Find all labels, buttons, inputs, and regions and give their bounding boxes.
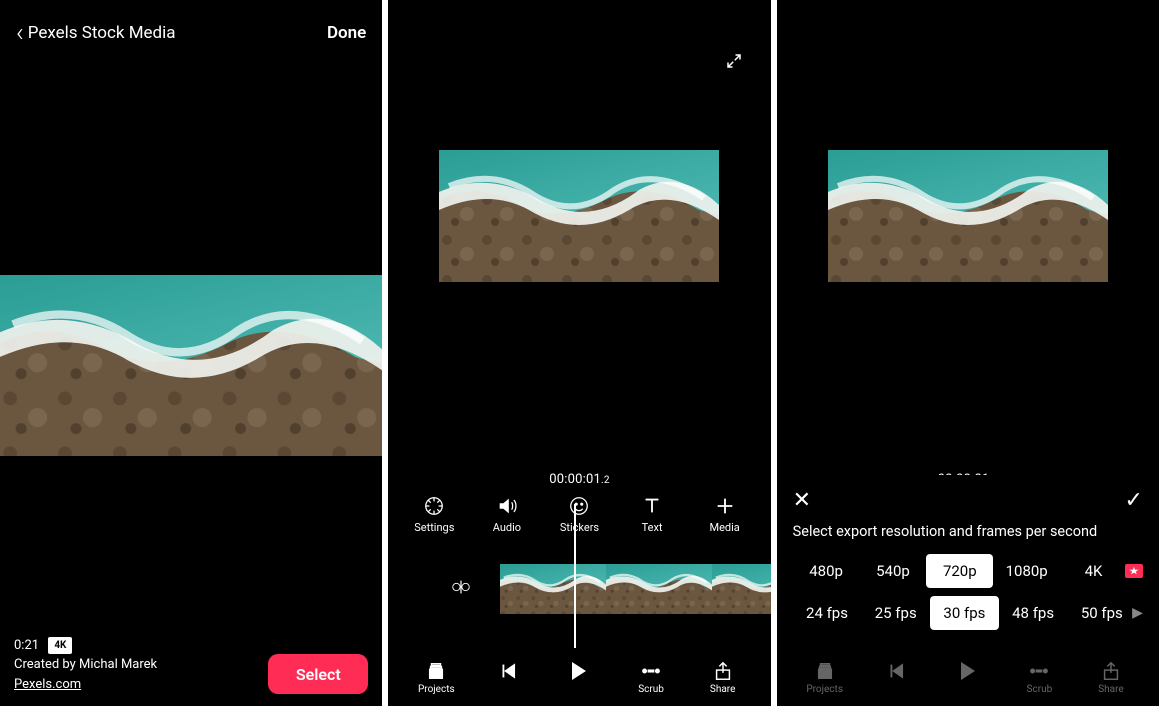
fps-row: 24 fps 25 fps 30 fps 48 fps 50 fps ▶ <box>793 592 1143 634</box>
editor-toolbar: Settings Audio Stickers Text Media <box>388 487 770 538</box>
scrub-icon <box>1028 660 1050 682</box>
scrub-button[interactable]: Scrub <box>621 660 681 695</box>
projects-button[interactable]: Projects <box>795 660 855 695</box>
bottom-bar: Projects Scrub Share <box>777 648 1159 706</box>
media-preview[interactable] <box>0 275 382 456</box>
duration-label: 0:21 <box>14 638 39 653</box>
done-button[interactable]: Done <box>327 23 366 43</box>
fps-24[interactable]: 24 fps <box>793 596 862 630</box>
res-480p[interactable]: 480p <box>793 554 860 588</box>
prev-icon <box>885 660 907 682</box>
video-preview[interactable] <box>388 150 770 282</box>
fps-48[interactable]: 48 fps <box>999 596 1068 630</box>
export-screen: 00:00:01.2 ✕ ✓ Select export resolution … <box>777 0 1159 706</box>
media-meta: 0:21 4K Created by Michal Marek Pexels.c… <box>14 636 157 695</box>
expand-icon[interactable] <box>725 52 743 75</box>
res-540p[interactable]: 540p <box>860 554 927 588</box>
source-link[interactable]: Pexels.com <box>14 675 157 695</box>
stickers-icon <box>568 495 590 517</box>
res-4k[interactable]: 4K <box>1060 554 1127 588</box>
audio-icon <box>496 495 518 517</box>
playhead[interactable] <box>574 504 576 656</box>
res-1080p[interactable]: 1080p <box>993 554 1060 588</box>
timeline[interactable] <box>388 544 770 634</box>
more-fps-icon[interactable]: ▶ <box>1132 605 1143 621</box>
text-icon <box>641 495 663 517</box>
back-button[interactable]: ‹ Pexels Stock Media <box>16 20 176 46</box>
share-button[interactable]: Share <box>693 660 753 695</box>
bottom-bar: Projects Scrub Share <box>388 648 770 706</box>
premium-badge-icon <box>1125 564 1143 578</box>
text-button[interactable]: Text <box>618 495 686 534</box>
prev-icon <box>497 660 519 682</box>
preview-image <box>828 150 1108 282</box>
stock-media-screen: ‹ Pexels Stock Media Done 0:21 4K Create… <box>0 0 382 706</box>
play-button[interactable] <box>549 662 609 693</box>
close-button[interactable]: ✕ <box>793 488 811 513</box>
resolution-row: 480p 540p 720p 1080p 4K <box>793 550 1143 592</box>
play-icon <box>961 662 975 680</box>
res-720p[interactable]: 720p <box>926 554 993 588</box>
preview-image <box>439 150 719 282</box>
projects-icon <box>425 660 447 682</box>
settings-button[interactable]: Settings <box>400 495 468 534</box>
scrub-button[interactable]: Scrub <box>1009 660 1069 695</box>
scrub-icon <box>640 660 662 682</box>
audio-button[interactable]: Audio <box>473 495 541 534</box>
timestamp: 00:00:01.2 <box>388 472 770 487</box>
credit-label: Created by Michal Marek <box>14 655 157 675</box>
prev-button[interactable] <box>866 660 926 695</box>
clip-strip[interactable] <box>500 564 770 614</box>
share-button[interactable]: Share <box>1081 660 1141 695</box>
share-icon <box>1100 660 1122 682</box>
settings-icon <box>423 495 445 517</box>
fps-50[interactable]: 50 fps <box>1067 596 1136 630</box>
split-icon[interactable] <box>450 576 472 603</box>
prev-button[interactable] <box>478 660 538 695</box>
play-button[interactable] <box>938 662 998 693</box>
editor-screen: 00:00:01.2 Settings Audio Stickers Text … <box>388 0 770 706</box>
quality-badge: 4K <box>48 637 72 654</box>
export-panel: ✕ ✓ Select export resolution and frames … <box>777 475 1159 648</box>
confirm-button[interactable]: ✓ <box>1125 488 1143 513</box>
back-label: Pexels Stock Media <box>28 23 176 43</box>
video-preview[interactable] <box>777 150 1159 282</box>
projects-icon <box>814 660 836 682</box>
projects-button[interactable]: Projects <box>406 660 466 695</box>
select-button[interactable]: Select <box>268 654 368 694</box>
preview-image <box>0 275 382 456</box>
play-icon <box>572 662 586 680</box>
share-icon <box>712 660 734 682</box>
fps-30[interactable]: 30 fps <box>930 596 999 630</box>
stickers-button[interactable]: Stickers <box>545 495 613 534</box>
media-button[interactable]: Media <box>691 495 759 534</box>
fps-25[interactable]: 25 fps <box>861 596 930 630</box>
header: ‹ Pexels Stock Media Done <box>0 0 382 60</box>
media-icon <box>714 495 736 517</box>
export-title: Select export resolution and frames per … <box>793 519 1143 550</box>
chevron-left-icon: ‹ <box>16 20 24 46</box>
